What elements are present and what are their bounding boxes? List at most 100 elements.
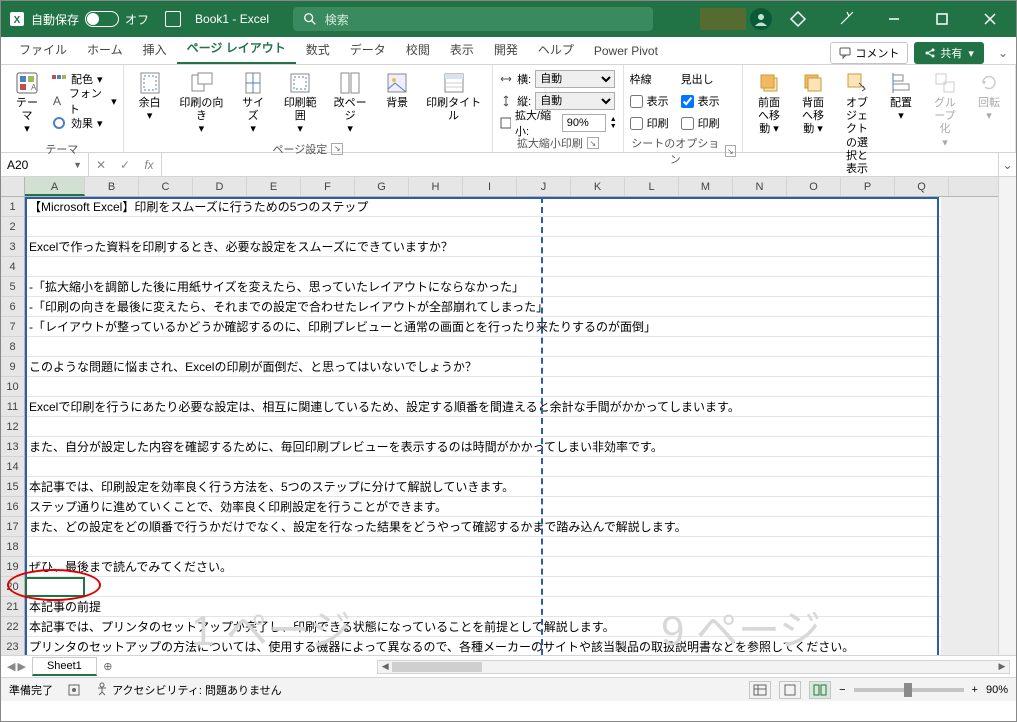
diamond-icon[interactable]	[776, 5, 820, 33]
autosave-control[interactable]: X 自動保存 オフ	[1, 11, 157, 28]
tab-insert[interactable]: 挿入	[133, 35, 177, 64]
fonts-button[interactable]: Aフォント ▾	[51, 91, 117, 111]
col-header-I[interactable]: I	[463, 177, 517, 196]
row-header-21[interactable]: 21	[1, 597, 25, 617]
col-header-N[interactable]: N	[733, 177, 787, 196]
minimize-button[interactable]	[872, 5, 916, 33]
scale-dialog[interactable]: ↘	[587, 137, 599, 149]
page-break-vertical[interactable]	[541, 197, 543, 655]
formula-expand[interactable]: ⌄	[998, 153, 1016, 176]
col-header-M[interactable]: M	[679, 177, 733, 196]
cell-a6[interactable]: -「印刷の向きを最後に変えたら、それまでの設定で合わせたレイアウトが全部崩れてし…	[25, 297, 998, 317]
tab-data[interactable]: データ	[340, 35, 396, 64]
col-header-E[interactable]: E	[247, 177, 301, 196]
col-header-C[interactable]: C	[139, 177, 193, 196]
cell-a22[interactable]: 本記事では、プリンタのセットアップが完了し、印刷できる状態になっていることを前提…	[25, 617, 998, 637]
close-button[interactable]	[968, 5, 1012, 33]
save-icon[interactable]	[165, 11, 181, 27]
row-header-17[interactable]: 17	[1, 517, 25, 537]
zoom-slider[interactable]	[854, 688, 964, 692]
col-header-D[interactable]: D	[193, 177, 247, 196]
tab-formulas[interactable]: 数式	[296, 35, 340, 64]
align-button[interactable]: 配置▾	[881, 69, 921, 178]
cell-a5[interactable]: -「拡大縮小を調節した後に用紙サイズを変えたら、思っていたレイアウトにならなかっ…	[25, 277, 998, 297]
normal-view-button[interactable]	[749, 681, 771, 699]
zoom-out-button[interactable]: −	[839, 684, 845, 696]
sheet-nav-prev[interactable]: ◀	[7, 660, 15, 673]
margins-button[interactable]: 余白▾	[130, 69, 170, 139]
gridlines-print-check[interactable]	[630, 117, 643, 130]
tab-home[interactable]: ホーム	[77, 35, 133, 64]
orientation-button[interactable]: 印刷の向き▾	[174, 69, 230, 139]
cell-a7[interactable]: -「レイアウトが整っているかどうか確認するのに、印刷プレビューと通常の画面とを行…	[25, 317, 998, 337]
row-header-13[interactable]: 13	[1, 437, 25, 457]
maximize-button[interactable]	[920, 5, 964, 33]
sheet-nav-next[interactable]: ▶	[17, 660, 25, 673]
size-button[interactable]: サイズ▾	[233, 69, 273, 139]
ribbon-collapse[interactable]: ⌄	[998, 46, 1008, 60]
bring-forward-button[interactable]: 前面へ移動 ▾	[749, 69, 789, 178]
col-header-K[interactable]: K	[571, 177, 625, 196]
fx-button[interactable]: fx	[137, 153, 161, 176]
zoom-input[interactable]	[562, 114, 606, 132]
breaks-button[interactable]: 改ページ▾	[327, 69, 373, 139]
col-header-F[interactable]: F	[301, 177, 355, 196]
cell-a11[interactable]: Excelで印刷を行うにあたり必要な設定は、相互に関連しているため、設定する順番…	[25, 397, 998, 417]
cell-a20[interactable]	[25, 577, 998, 597]
cell-a21[interactable]: 本記事の前提	[25, 597, 998, 617]
add-sheet-button[interactable]: ⊕	[97, 660, 119, 673]
tab-help[interactable]: ヘルプ	[528, 35, 584, 64]
page-layout-view-button[interactable]	[779, 681, 801, 699]
row-header-23[interactable]: 23	[1, 637, 25, 655]
cell-a3[interactable]: Excelで作った資料を印刷するとき、必要な設定をスムーズにできていますか？	[25, 237, 998, 257]
horizontal-scrollbar[interactable]: ◀▶	[377, 660, 1010, 674]
cell-a16[interactable]: ステップ通りに進めていくことで、効率良く印刷設定を行うことができます。	[25, 497, 998, 517]
cell-a9[interactable]: このような問題に悩まされ、Excelの印刷が面倒だ、と思ってはいないでしょうか？	[25, 357, 998, 377]
row-header-10[interactable]: 10	[1, 377, 25, 397]
page-break-view-button[interactable]	[809, 681, 831, 699]
print-titles-button[interactable]: 印刷タイトル	[421, 69, 486, 139]
themes-button[interactable]: A テーマ▾	[7, 69, 47, 139]
zoom-down[interactable]: ▼	[610, 123, 617, 130]
cell-a19[interactable]: ぜひ、最後まで読んでみてください。	[25, 557, 998, 577]
row-header-1[interactable]: 1	[1, 197, 25, 217]
tab-developer[interactable]: 開発	[484, 35, 528, 64]
col-header-B[interactable]: B	[85, 177, 139, 196]
col-header-J[interactable]: J	[517, 177, 571, 196]
col-header-Q[interactable]: Q	[895, 177, 949, 196]
cell-a1[interactable]: 【Microsoft Excel】印刷をスムーズに行うための5つのステップ	[25, 197, 998, 217]
col-header-P[interactable]: P	[841, 177, 895, 196]
row-header-15[interactable]: 15	[1, 477, 25, 497]
tab-file[interactable]: ファイル	[9, 35, 77, 64]
select-all-corner[interactable]	[1, 177, 25, 196]
row-header-2[interactable]: 2	[1, 217, 25, 237]
tab-review[interactable]: 校閲	[396, 35, 440, 64]
row-header-18[interactable]: 18	[1, 537, 25, 557]
headings-view-check[interactable]	[681, 95, 694, 108]
print-area-button[interactable]: 印刷範囲▾	[277, 69, 323, 139]
cell-a4[interactable]	[25, 257, 998, 277]
cell-a13[interactable]: また、自分が設定した内容を確認するために、毎回印刷プレビューを表示するのは時間が…	[25, 437, 998, 457]
width-select[interactable]: 自動	[535, 70, 615, 88]
tab-page-layout[interactable]: ページ レイアウト	[177, 33, 296, 64]
row-header-8[interactable]: 8	[1, 337, 25, 357]
accessibility-status[interactable]: アクセシビリティ: 問題ありません	[95, 682, 282, 698]
zoom-level[interactable]: 90%	[986, 684, 1008, 696]
col-header-O[interactable]: O	[787, 177, 841, 196]
send-backward-button[interactable]: 背面へ移動 ▾	[793, 69, 833, 178]
cell-a18[interactable]	[25, 537, 998, 557]
tab-power-pivot[interactable]: Power Pivot	[584, 38, 668, 64]
cell-a15[interactable]: 本記事では、印刷設定を効率良く行う方法を、5つのステップに分けて解説していきます…	[25, 477, 998, 497]
autosave-toggle[interactable]	[85, 11, 119, 27]
row-header-11[interactable]: 11	[1, 397, 25, 417]
selection-pane-button[interactable]: オブジェクトの選択と表示	[837, 69, 877, 178]
share-button[interactable]: 共有▾	[914, 42, 984, 64]
cell-a10[interactable]	[25, 377, 998, 397]
tab-view[interactable]: 表示	[440, 35, 484, 64]
row-header-3[interactable]: 3	[1, 237, 25, 257]
row-header-7[interactable]: 7	[1, 317, 25, 337]
row-header-14[interactable]: 14	[1, 457, 25, 477]
zoom-up[interactable]: ▲	[610, 116, 617, 123]
row-header-5[interactable]: 5	[1, 277, 25, 297]
search-box[interactable]: 検索	[293, 7, 653, 31]
